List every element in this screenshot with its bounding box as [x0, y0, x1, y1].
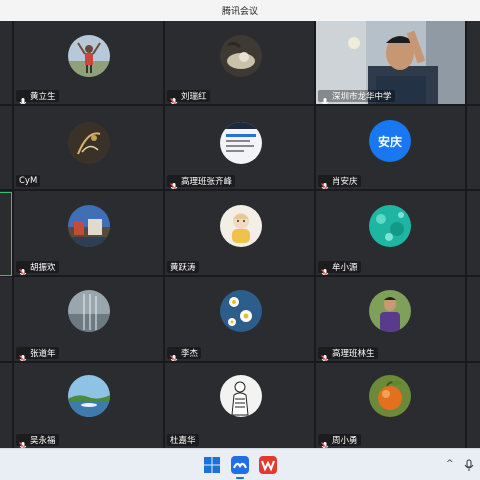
participant-name: CyM: [19, 176, 38, 186]
active-speaker-indicator: [0, 192, 12, 276]
participant-name: 李杰: [181, 349, 199, 359]
avatar: [220, 35, 262, 77]
avatar: [220, 205, 262, 247]
participant-tile[interactable]: 黄跃涛: [165, 191, 314, 275]
participant-tile-partial: [0, 106, 12, 189]
name-tag: 黄跃涛: [167, 261, 199, 273]
participant-tile-partial: [467, 21, 480, 104]
participant-tile[interactable]: 胡振欢: [14, 191, 163, 275]
participant-tile[interactable]: 刘瑞红: [165, 21, 314, 104]
name-tag: 刘瑞红: [167, 90, 210, 104]
microphone-tray-icon[interactable]: [462, 455, 476, 475]
system-tray-overflow-button[interactable]: ^: [446, 459, 454, 469]
participant-tile[interactable]: 杜嘉华: [165, 363, 314, 448]
name-tag: 深圳市龙华中学: [318, 90, 395, 104]
microphone-icon: [19, 92, 27, 104]
participant-tile-partial: [0, 21, 12, 104]
participant-tile[interactable]: 牟小源: [316, 191, 465, 275]
avatar: [68, 375, 110, 417]
avatar: [220, 375, 262, 417]
participant-name: 吴永福: [30, 436, 56, 446]
participant-tile-partial: [467, 277, 480, 361]
participant-tile-partial: [0, 363, 12, 448]
wps-office-icon[interactable]: [258, 455, 278, 475]
participant-tile[interactable]: 吴永福: [14, 363, 163, 448]
title-bar: 腾讯会议: [0, 0, 480, 21]
avatar: 安庆: [369, 120, 411, 162]
muted-microphone-icon: [19, 436, 27, 448]
name-tag: 胡振欢: [16, 261, 59, 275]
participant-name: 周小勇: [332, 436, 358, 446]
name-tag: 李杰: [167, 347, 202, 361]
name-tag: 张道年: [16, 347, 59, 361]
participant-name: 胡振欢: [30, 263, 56, 273]
participant-tile[interactable]: 高理班林生: [316, 277, 465, 361]
avatar-initials: 安庆: [369, 120, 411, 162]
avatar: [369, 375, 411, 417]
meeting-window: 腾讯会议 黄立生 刘瑞红 深圳市龙华中学 CyM 高理班张齐峰 安庆 肖安庆 胡…: [0, 0, 480, 480]
name-tag: 杜嘉华: [167, 434, 199, 446]
participant-name: 高理班张齐峰: [181, 177, 233, 187]
muted-microphone-icon: [170, 349, 178, 361]
participant-name: 杜嘉华: [170, 436, 196, 446]
muted-microphone-icon: [321, 349, 329, 361]
participant-tile-partial: [467, 106, 480, 189]
participant-tile-partial: [467, 191, 480, 275]
participant-tile[interactable]: 周小勇: [316, 363, 465, 448]
avatar: [220, 290, 262, 332]
name-tag: 高理班张齐峰: [167, 175, 236, 189]
participant-name: 高理班林生: [332, 349, 375, 359]
muted-microphone-icon: [19, 263, 27, 275]
avatar: [369, 290, 411, 332]
participant-tile[interactable]: 张道年: [14, 277, 163, 361]
muted-microphone-icon: [321, 177, 329, 189]
participant-tile[interactable]: 安庆 肖安庆: [316, 106, 465, 189]
participant-name: 肖安庆: [332, 177, 358, 187]
participant-name: 黄立生: [30, 92, 56, 102]
participant-tile-partial: [467, 363, 480, 448]
participant-video-tile[interactable]: 深圳市龙华中学: [316, 21, 465, 104]
avatar: [68, 35, 110, 77]
name-tag: 黄立生: [16, 90, 59, 104]
avatar: [68, 290, 110, 332]
muted-microphone-icon: [170, 92, 178, 104]
tencent-meeting-icon[interactable]: [230, 455, 250, 479]
window-title: 腾讯会议: [221, 7, 258, 17]
participant-tile[interactable]: 高理班张齐峰: [165, 106, 314, 189]
name-tag: 吴永福: [16, 434, 59, 448]
participant-name: 牟小源: [332, 263, 358, 273]
avatar: [220, 122, 262, 164]
microphone-icon: [321, 92, 329, 104]
participant-name: 深圳市龙华中学: [332, 92, 392, 102]
participant-tile[interactable]: 黄立生: [14, 21, 163, 104]
windows-start-icon[interactable]: [202, 455, 222, 475]
muted-microphone-icon: [170, 177, 178, 189]
muted-microphone-icon: [19, 349, 27, 361]
avatar: [68, 205, 110, 247]
muted-microphone-icon: [321, 263, 329, 275]
participant-tile[interactable]: 李杰: [165, 277, 314, 361]
name-tag: 周小勇: [318, 434, 361, 448]
participant-tile-partial: [0, 277, 12, 361]
participant-tile[interactable]: CyM: [14, 106, 163, 189]
participant-grid: 黄立生 刘瑞红 深圳市龙华中学 CyM 高理班张齐峰 安庆 肖安庆 胡振欢 黄跃…: [0, 21, 480, 448]
taskbar: ^: [0, 448, 480, 480]
name-tag: 牟小源: [318, 261, 361, 275]
name-tag: 肖安庆: [318, 175, 361, 189]
avatar: [68, 122, 110, 164]
running-indicator: [236, 477, 244, 479]
avatar: [369, 205, 411, 247]
participant-name: 刘瑞红: [181, 92, 207, 102]
muted-microphone-icon: [321, 436, 329, 448]
participant-name: 张道年: [30, 349, 56, 359]
name-tag: 高理班林生: [318, 347, 378, 361]
name-tag: CyM: [16, 175, 41, 187]
participant-name: 黄跃涛: [170, 263, 196, 273]
